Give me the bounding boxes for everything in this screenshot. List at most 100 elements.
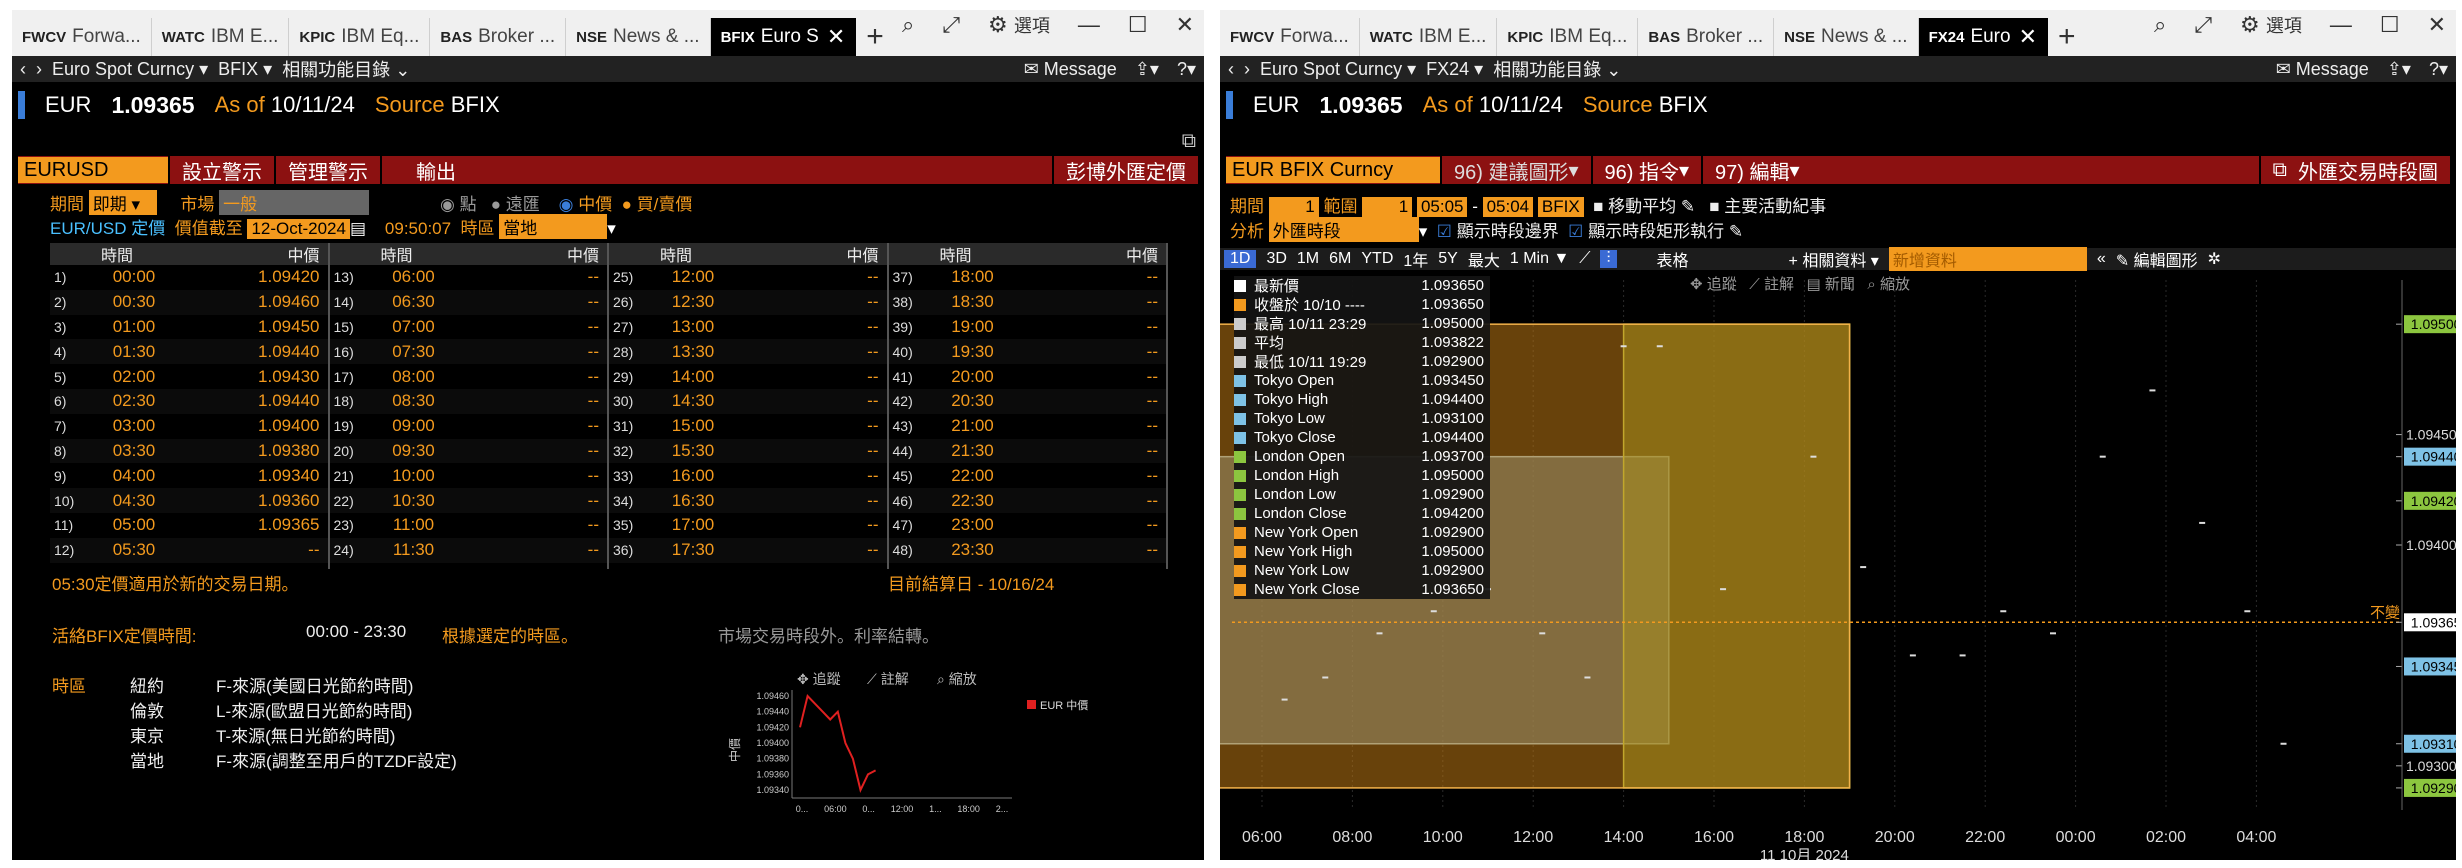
collapse-icon[interactable]: « — [2097, 250, 2106, 268]
export-icon[interactable]: ⇪▾ — [2387, 59, 2411, 80]
range-ytd[interactable]: YTD — [1361, 250, 1393, 268]
table-row[interactable]: 44) 21:30 -- — [888, 438, 1166, 464]
table-row[interactable]: 33) 16:00 -- — [609, 463, 887, 488]
radio-bidask[interactable]: ● 買/賣價 — [622, 195, 693, 214]
table-row[interactable]: 32) 15:30 -- — [609, 438, 887, 464]
show-rect-checkbox[interactable]: ☑ 顯示時段矩形執行 ✎ — [1568, 222, 1743, 241]
popout-icon[interactable]: ⧉ — [2273, 159, 2287, 182]
mini-track-tool[interactable]: ✥ 追蹤 — [797, 671, 841, 687]
table-row[interactable]: 39) 19:00 -- — [889, 315, 1167, 340]
table-row[interactable]: 12) 05:30 -- — [50, 537, 328, 563]
table-row[interactable]: 27) 13:00 -- — [609, 315, 887, 340]
tab-bfix[interactable]: BFIX Euro S ✕ — [710, 18, 857, 56]
export-button[interactable]: 輸出 — [380, 156, 490, 184]
legend-item[interactable]: New York High 1.095000 — [1234, 542, 1490, 561]
interval-dropdown[interactable]: 1 Min ▼ — [1510, 250, 1569, 268]
tab-bas[interactable]: BAS Broker ... — [430, 18, 567, 56]
table-row[interactable]: 35) 17:00 -- — [609, 513, 887, 538]
export-icon[interactable]: ⇪▾ — [1135, 59, 1159, 80]
tab-watc[interactable]: WATC IBM E... — [1360, 18, 1498, 56]
range-1m[interactable]: 1M — [1297, 250, 1319, 268]
start-time-field[interactable]: 05:05 — [1416, 197, 1468, 217]
mini-annotate-tool[interactable]: ⟋ 註解 — [867, 671, 909, 687]
tab-nse[interactable]: NSE News & ... — [566, 18, 711, 56]
close-tab-icon[interactable]: ✕ — [827, 24, 845, 50]
table-row[interactable]: 15) 07:00 -- — [330, 315, 608, 340]
table-row[interactable]: 28) 13:30 -- — [609, 339, 887, 365]
table-row[interactable]: 36) 17:30 -- — [609, 537, 887, 563]
set-alert-button[interactable]: 設立警示 — [168, 156, 274, 184]
legend-item[interactable]: 平均 1.093822 — [1234, 333, 1490, 352]
source-field[interactable]: BFIX — [1537, 197, 1584, 217]
function-dropdown[interactable]: FX24 ▾ — [1426, 59, 1483, 80]
table-row[interactable]: 6) 02:30 1.09440 — [50, 388, 328, 414]
legend-item[interactable]: London Close 1.094200 — [1234, 504, 1490, 523]
table-row[interactable]: 20) 09:30 -- — [329, 438, 607, 464]
minimize-button[interactable]: — — [2330, 12, 2352, 38]
table-row[interactable]: 41) 20:00 -- — [889, 364, 1167, 389]
mini-zoom-tool[interactable]: ⌕ 縮放 — [937, 671, 977, 687]
table-row[interactable]: 34) 16:30 -- — [609, 488, 887, 513]
legend-item[interactable]: 最新價 1.093650 — [1234, 276, 1490, 295]
expand-icon[interactable]: ⤢ — [2194, 12, 2212, 38]
mini-chart[interactable]: ✥ 追蹤 ⟋ 註解 ⌕ 縮放 EUR 中價中價 1.09460 1.09440 1.0942… — [727, 670, 1142, 820]
show-bounds-checkbox[interactable]: ☑ 顯示時段邊界 — [1437, 222, 1559, 241]
range-5y[interactable]: 5Y — [1438, 250, 1458, 268]
tab-fwcv[interactable]: FWCV Forwa... — [1220, 18, 1360, 56]
table-row[interactable]: 38) 18:30 -- — [888, 289, 1166, 315]
table-row[interactable]: 47) 23:00 -- — [889, 513, 1167, 538]
tz-dropdown[interactable]: 當地 — [499, 214, 608, 239]
range-max[interactable]: 最大 — [1468, 247, 1500, 271]
table-row[interactable]: 17) 08:00 -- — [330, 364, 608, 389]
range-6m[interactable]: 6M — [1329, 250, 1351, 268]
new-data-input[interactable]: 新增資料 — [1888, 247, 2087, 271]
search-icon[interactable]: ⌕ — [2154, 12, 2166, 38]
minimize-button[interactable]: — — [1078, 12, 1100, 38]
end-time-field[interactable]: 05:04 — [1482, 197, 1534, 217]
zoom-tool[interactable]: ⌕ 縮放 — [1867, 276, 1910, 293]
legend-item[interactable]: 最高 10/11 23:29 1.095000 — [1234, 314, 1490, 333]
table-row[interactable]: 22) 10:30 -- — [329, 488, 607, 513]
settings-icon[interactable]: ✲ — [2208, 249, 2221, 269]
back-icon[interactable]: ‹ — [20, 59, 26, 80]
market-dropdown[interactable]: 一般 — [219, 190, 370, 215]
table-row[interactable]: 9) 04:00 1.09340 — [50, 463, 328, 488]
table-row[interactable]: 43) 21:00 -- — [889, 414, 1167, 439]
table-row[interactable]: 26) 12:30 -- — [609, 289, 887, 315]
tab-bas[interactable]: BAS Broker ... — [1638, 18, 1775, 56]
message-button[interactable]: ✉ Message — [2276, 59, 2369, 80]
table-row[interactable]: 23) 11:00 -- — [330, 513, 608, 538]
table-row[interactable]: 21) 10:00 -- — [330, 463, 608, 488]
table-row[interactable]: 11) 05:00 1.09365 — [50, 513, 328, 538]
annotate-tool[interactable]: ⟋ 註解 — [1749, 276, 1794, 293]
table-row[interactable]: 14) 06:30 -- — [329, 289, 607, 315]
legend-item[interactable]: New York Low 1.092900 — [1234, 561, 1490, 580]
table-row[interactable]: 19) 09:00 -- — [330, 414, 608, 439]
legend-item[interactable]: Tokyo High 1.094400 — [1234, 390, 1490, 409]
table-row[interactable]: 45) 22:00 -- — [889, 463, 1167, 488]
line-chart-icon[interactable]: ⟋ — [1579, 250, 1590, 268]
table-row[interactable]: 24) 11:30 -- — [329, 537, 607, 563]
security-dropdown[interactable]: Euro Spot Curncy ▾ — [1260, 59, 1416, 80]
legend-item[interactable]: Tokyo Low 1.093100 — [1234, 409, 1490, 428]
table-row[interactable]: 10) 04:30 1.09360 — [50, 488, 328, 513]
news-tool[interactable]: ▤ 新聞 — [1806, 276, 1854, 293]
table-row[interactable]: 4) 01:30 1.09440 — [50, 339, 328, 365]
options-button[interactable]: ⚙ 選項 — [988, 12, 1050, 38]
close-window-button[interactable]: ✕ — [1176, 12, 1194, 38]
legend-item[interactable]: London Open 1.093700 — [1234, 447, 1490, 466]
legend-item[interactable]: Tokyo Open 1.093450 — [1234, 371, 1490, 390]
legend-item[interactable]: New York Open 1.092900 — [1234, 523, 1490, 542]
analysis-dropdown[interactable]: 外匯時段 — [1268, 217, 1419, 242]
legend-item[interactable]: 收盤於 10/10 ---- 1.093650 — [1234, 295, 1490, 314]
table-row[interactable]: 29) 14:00 -- — [609, 364, 887, 389]
commands-menu[interactable]: 96) 指令 ▾ — [1590, 156, 1702, 184]
table-row[interactable]: 3) 01:00 1.09450 — [50, 315, 328, 340]
period-field[interactable]: 1 — [1268, 197, 1319, 217]
table-row[interactable]: 46) 22:30 -- — [888, 488, 1166, 513]
related-functions[interactable]: 相關功能目錄 ⌄ — [282, 56, 410, 82]
table-row[interactable]: 48) 23:30 -- — [888, 537, 1166, 563]
period-dropdown[interactable]: 即期 ▾ — [88, 190, 157, 215]
table-row[interactable]: 37) 18:00 -- — [889, 265, 1167, 290]
range-1y[interactable]: 1年 — [1403, 247, 1428, 271]
